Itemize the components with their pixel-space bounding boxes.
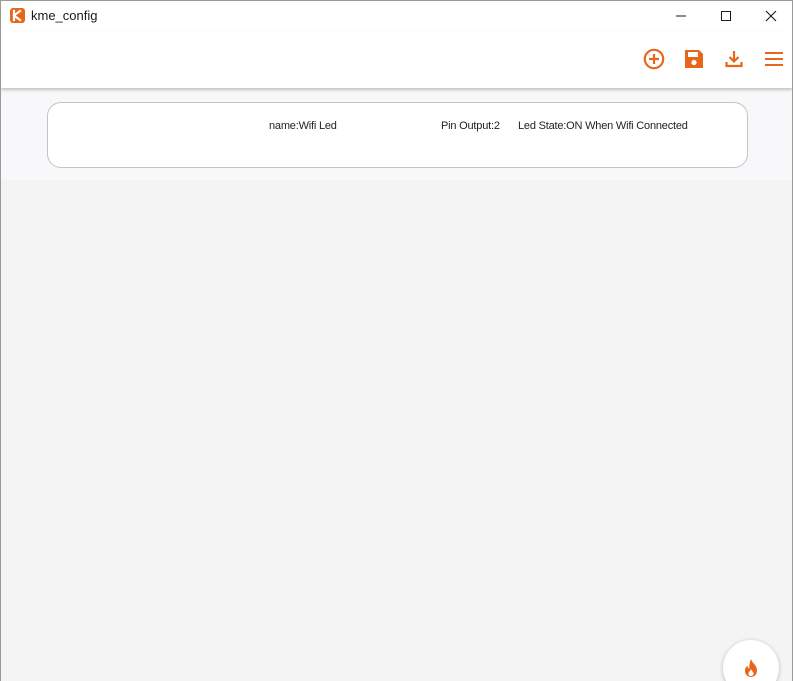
- download-icon[interactable]: [721, 46, 747, 72]
- title-bar: kme_config: [1, 1, 792, 31]
- app-bar: [1, 31, 792, 88]
- item-led-state: Led State:ON When Wifi Connected: [518, 120, 688, 132]
- content-area: name:Wifi Led Pin Output:2 Led State:ON …: [1, 88, 792, 681]
- window-title: kme_config: [31, 8, 98, 23]
- close-button[interactable]: [748, 1, 792, 31]
- minimize-button[interactable]: [658, 1, 703, 31]
- item-list: name:Wifi Led Pin Output:2 Led State:ON …: [1, 88, 792, 180]
- app-window: kme_config name:Wifi Led Pin Output:2 Le…: [0, 0, 793, 681]
- add-circle-icon[interactable]: [641, 46, 667, 72]
- fire-icon: [745, 659, 757, 677]
- menu-icon[interactable]: [761, 46, 787, 72]
- item-pin-output: Pin Output:2: [441, 120, 500, 132]
- maximize-button[interactable]: [703, 1, 748, 31]
- app-logo-icon: [10, 8, 25, 23]
- list-item-card[interactable]: name:Wifi Led Pin Output:2 Led State:ON …: [47, 102, 748, 168]
- save-icon[interactable]: [681, 46, 707, 72]
- item-name: name:Wifi Led: [269, 120, 337, 132]
